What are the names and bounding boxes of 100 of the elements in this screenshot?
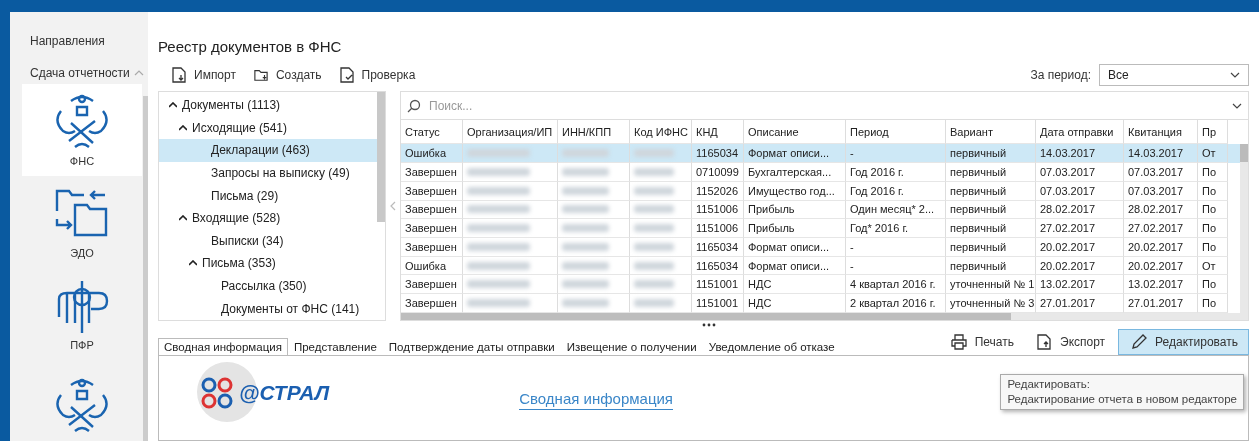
redacted-text xyxy=(467,242,530,251)
table-cell: 14.03.2017 xyxy=(1124,144,1198,164)
document-check-icon xyxy=(339,67,354,83)
sidebar-item-label: ЭДО xyxy=(70,247,94,259)
scrollbar[interactable] xyxy=(1240,144,1248,314)
table-cell: Формат описи... xyxy=(744,238,846,257)
export-button[interactable]: Экспорт xyxy=(1027,329,1115,355)
table-cell: первичный xyxy=(946,181,1036,201)
sidebar-item[interactable]: ПФР xyxy=(22,268,142,360)
tree-item[interactable]: Запросы на выписку (49) xyxy=(159,161,377,185)
section-header[interactable]: Сдача отчетности xyxy=(30,66,144,80)
scrollbar[interactable] xyxy=(401,313,1248,320)
scrollbar[interactable] xyxy=(377,92,385,222)
tree-item[interactable]: Входящие (528) xyxy=(159,206,377,230)
period-dropdown[interactable]: Все xyxy=(1099,64,1249,86)
caret-up-icon[interactable] xyxy=(179,215,187,222)
sidebar-item[interactable]: ЭДО xyxy=(22,176,142,268)
redacted-text xyxy=(562,224,609,233)
search-field[interactable]: Поиск... xyxy=(427,97,1226,114)
redacted-text xyxy=(467,205,530,214)
tree-item[interactable]: Документы от ФНС (141) xyxy=(159,297,377,320)
table-cell: По xyxy=(1198,181,1228,201)
tooltip-title: Редактировать: xyxy=(1007,377,1092,392)
table-cell: 07.03.2017 xyxy=(1124,163,1198,182)
table-cell: По xyxy=(1198,275,1228,295)
table-cell: первичный xyxy=(946,256,1036,276)
caret-up-icon[interactable] xyxy=(169,102,177,109)
tree-item[interactable]: Письма (353) xyxy=(159,252,377,275)
table-cell: 1165034 xyxy=(692,238,744,257)
sidebar-title: Направления xyxy=(29,34,106,48)
table-cell: 20.02.2017 xyxy=(1036,238,1124,257)
table-cell: От xyxy=(1198,144,1228,164)
scrollbar[interactable] xyxy=(143,96,148,441)
tree-item[interactable]: Рассылка (350) xyxy=(159,274,377,298)
tab[interactable]: Представление xyxy=(287,338,383,355)
chevron-down-icon[interactable] xyxy=(1232,102,1242,109)
table-cell: 4 квартал 2016 г. xyxy=(846,275,946,295)
table-cell: 07.03.2017 xyxy=(1036,163,1124,182)
tab[interactable]: Извещение о получении xyxy=(560,338,703,355)
redacted-text xyxy=(467,261,530,270)
redacted-text xyxy=(562,167,609,176)
redacted-text xyxy=(634,280,674,289)
table-cell: 1151006 xyxy=(692,200,744,220)
tab[interactable]: Уведомление об отказе xyxy=(702,338,841,355)
table-cell: первичный xyxy=(946,200,1036,220)
tree-item[interactable]: Письма (29) xyxy=(159,184,377,207)
table-cell: - xyxy=(846,256,946,276)
toolbar-button[interactable]: Создать xyxy=(253,67,322,83)
table-cell: Формат описи... xyxy=(744,144,846,164)
splitter-grip-icon[interactable] xyxy=(701,323,716,327)
edit-button[interactable]: Редактировать xyxy=(1118,329,1249,355)
table-cell: 27.01.2017 xyxy=(1036,294,1124,313)
tree-item[interactable]: Документы (1113) xyxy=(159,94,377,117)
table-cell: Ошибка xyxy=(401,256,463,276)
table-cell: уточненный № 1 xyxy=(946,275,1036,295)
table-cell: 28.02.2017 xyxy=(1124,200,1198,220)
printer-icon xyxy=(950,334,967,350)
table-cell: 07.03.2017 xyxy=(1124,181,1198,201)
toolbar-button[interactable]: Импорт xyxy=(172,67,236,83)
table-cell: Бухгалтерская... xyxy=(744,163,846,182)
folder-plus-icon xyxy=(253,67,268,83)
caret-up-icon[interactable] xyxy=(179,124,187,131)
table-cell: 20.02.2017 xyxy=(1124,238,1198,257)
table-cell: По xyxy=(1198,163,1228,182)
tree-item[interactable]: Выписки (34) xyxy=(159,229,377,253)
tree-item[interactable]: Декларации (463) xyxy=(159,139,377,162)
table-cell: 1151006 xyxy=(692,219,744,238)
print-button[interactable]: Печать xyxy=(941,329,1023,355)
table-cell: 2 квартал 2016 г. xyxy=(846,294,946,313)
table-cell: 1151001 xyxy=(692,275,744,295)
tree-item[interactable]: Исходящие (541) xyxy=(159,116,377,140)
table-cell: По xyxy=(1198,294,1228,313)
redacted-text xyxy=(634,205,674,214)
table-cell: - xyxy=(846,238,946,257)
table-cell: первичный xyxy=(946,163,1036,182)
table-cell: По xyxy=(1198,200,1228,220)
toolbar-button[interactable]: Проверка xyxy=(339,67,416,83)
table-cell: Завершен xyxy=(401,294,463,313)
table-cell: 1165034 xyxy=(692,256,744,276)
search-icon xyxy=(407,98,421,113)
table-cell: НДС xyxy=(744,275,846,295)
table-cell: Один месяц* 2... xyxy=(846,200,946,220)
redacted-text xyxy=(467,299,530,308)
table-cell: Год 2016 г. xyxy=(846,181,946,201)
table-cell: Ошибка xyxy=(401,144,463,164)
tab[interactable]: Подтверждение даты отправки xyxy=(382,338,561,355)
caret-up-icon[interactable] xyxy=(189,260,197,267)
chevron-down-icon[interactable] xyxy=(1230,72,1240,78)
table-cell: 13.02.2017 xyxy=(1124,275,1198,295)
table-cell: НДС xyxy=(744,294,846,313)
table-cell: Имущество год... xyxy=(744,181,846,201)
import-icon xyxy=(172,67,186,83)
redacted-text xyxy=(467,280,530,289)
table-cell: 27.01.2017 xyxy=(1124,294,1198,313)
export-icon xyxy=(1036,334,1052,350)
table-cell: Завершен xyxy=(401,219,463,238)
knot-logo-icon xyxy=(199,376,235,410)
tab[interactable]: Сводная информация xyxy=(158,338,288,355)
sidebar-item-label: ПФР xyxy=(70,339,94,351)
sidebar-item[interactable]: ФНС xyxy=(22,84,142,176)
